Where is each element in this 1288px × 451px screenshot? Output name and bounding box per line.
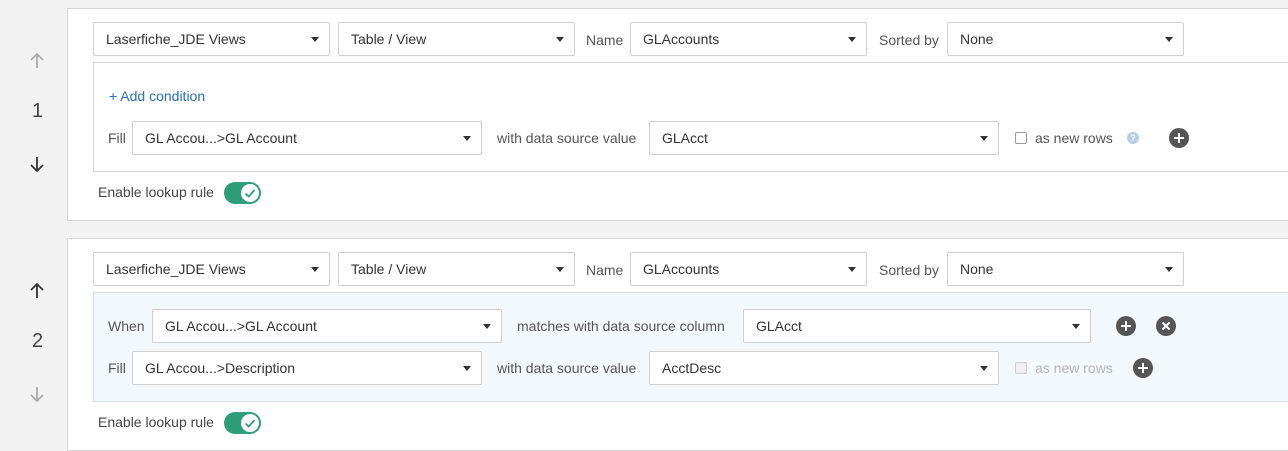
sorted-by-value: None bbox=[960, 261, 994, 277]
name-label: Name bbox=[586, 32, 624, 48]
data-source-value: AcctDesc bbox=[662, 360, 722, 376]
add-condition-link[interactable]: + Add condition bbox=[109, 88, 205, 104]
fill-label: Fill bbox=[108, 360, 126, 376]
rule-number: 1 bbox=[31, 100, 44, 122]
check-icon bbox=[244, 189, 256, 198]
matches-column-select[interactable]: GLAcct bbox=[743, 309, 1091, 343]
as-new-rows-label: as new rows bbox=[1035, 360, 1113, 376]
chevron-down-icon bbox=[1165, 267, 1173, 272]
close-icon bbox=[1161, 321, 1171, 331]
object-type-select[interactable]: Table / View bbox=[338, 22, 575, 56]
chevron-down-icon bbox=[556, 37, 564, 42]
toggle-knob bbox=[241, 184, 259, 202]
add-row-button[interactable] bbox=[1133, 358, 1153, 378]
name-value: GLAccounts bbox=[643, 261, 720, 277]
chevron-down-icon bbox=[848, 37, 856, 42]
check-icon bbox=[244, 419, 256, 428]
chevron-down-icon bbox=[311, 267, 319, 272]
move-up-icon[interactable] bbox=[27, 51, 47, 71]
chevron-down-icon bbox=[463, 136, 471, 141]
toggle-knob bbox=[241, 414, 259, 432]
enable-lookup-rule-toggle[interactable] bbox=[224, 412, 261, 434]
data-source-value: GLAcct bbox=[662, 130, 708, 146]
chevron-down-icon bbox=[980, 136, 988, 141]
plus-icon bbox=[1174, 133, 1184, 143]
as-new-rows-label: as new rows bbox=[1035, 130, 1113, 146]
datasource-select[interactable]: Laserfiche_JDE Views bbox=[93, 22, 330, 56]
object-type-value: Table / View bbox=[351, 31, 427, 47]
plus-icon bbox=[1121, 321, 1131, 331]
enable-lookup-rule-label: Enable lookup rule bbox=[98, 414, 214, 430]
move-down-icon[interactable] bbox=[27, 155, 47, 175]
when-label: When bbox=[108, 318, 145, 334]
plus-icon bbox=[1138, 363, 1148, 373]
with-data-source-label: with data source value bbox=[497, 360, 637, 376]
chevron-down-icon bbox=[1165, 37, 1173, 42]
move-down-icon[interactable] bbox=[27, 385, 47, 405]
name-label: Name bbox=[586, 262, 624, 278]
object-type-value: Table / View bbox=[351, 261, 427, 277]
matches-column-value: GLAcct bbox=[756, 318, 802, 334]
chevron-down-icon bbox=[848, 267, 856, 272]
fill-field-select[interactable]: GL Accou...>GL Account bbox=[132, 121, 482, 155]
lookup-rule-2: Laserfiche_JDE Views Table / View Name G… bbox=[67, 238, 1288, 451]
add-row-button[interactable] bbox=[1169, 128, 1189, 148]
add-condition-button[interactable] bbox=[1116, 316, 1136, 336]
when-field-value: GL Accou...>GL Account bbox=[165, 318, 317, 334]
chevron-down-icon bbox=[980, 366, 988, 371]
name-select[interactable]: GLAccounts bbox=[630, 252, 867, 286]
sorted-by-select[interactable]: None bbox=[947, 252, 1184, 286]
data-source-value-select[interactable]: AcctDesc bbox=[649, 351, 999, 385]
name-value: GLAccounts bbox=[643, 31, 720, 47]
move-up-icon[interactable] bbox=[27, 281, 47, 301]
conditions-box: When GL Accou...>GL Account matches with… bbox=[93, 292, 1288, 402]
remove-condition-button[interactable] bbox=[1156, 316, 1176, 336]
as-new-rows-checkbox bbox=[1015, 362, 1027, 374]
object-type-select[interactable]: Table / View bbox=[338, 252, 575, 286]
fill-field-select[interactable]: GL Accou...>Description bbox=[132, 351, 482, 385]
lookup-rule-1: Laserfiche_JDE Views Table / View Name G… bbox=[67, 8, 1288, 221]
conditions-box: + Add condition Fill GL Accou...>GL Acco… bbox=[93, 62, 1288, 172]
rule-number: 2 bbox=[31, 330, 44, 352]
name-select[interactable]: GLAccounts bbox=[630, 22, 867, 56]
chevron-down-icon bbox=[556, 267, 564, 272]
with-data-source-label: with data source value bbox=[497, 130, 637, 146]
chevron-down-icon bbox=[463, 366, 471, 371]
datasource-value: Laserfiche_JDE Views bbox=[106, 261, 246, 277]
fill-field-value: GL Accou...>Description bbox=[145, 360, 296, 376]
help-icon[interactable]: ? bbox=[1127, 132, 1139, 144]
chevron-down-icon bbox=[1072, 324, 1080, 329]
fill-field-value: GL Accou...>GL Account bbox=[145, 130, 297, 146]
enable-lookup-rule-toggle[interactable] bbox=[224, 182, 261, 204]
sorted-by-select[interactable]: None bbox=[947, 22, 1184, 56]
as-new-rows-checkbox[interactable] bbox=[1015, 132, 1027, 144]
when-field-select[interactable]: GL Accou...>GL Account bbox=[152, 309, 502, 343]
chevron-down-icon bbox=[311, 37, 319, 42]
enable-lookup-rule-label: Enable lookup rule bbox=[98, 184, 214, 200]
sorted-by-value: None bbox=[960, 31, 994, 47]
matches-label: matches with data source column bbox=[517, 318, 725, 334]
datasource-value: Laserfiche_JDE Views bbox=[106, 31, 246, 47]
datasource-select[interactable]: Laserfiche_JDE Views bbox=[93, 252, 330, 286]
sorted-by-label: Sorted by bbox=[879, 32, 939, 48]
sorted-by-label: Sorted by bbox=[879, 262, 939, 278]
data-source-value-select[interactable]: GLAcct bbox=[649, 121, 999, 155]
chevron-down-icon bbox=[483, 324, 491, 329]
fill-label: Fill bbox=[108, 130, 126, 146]
